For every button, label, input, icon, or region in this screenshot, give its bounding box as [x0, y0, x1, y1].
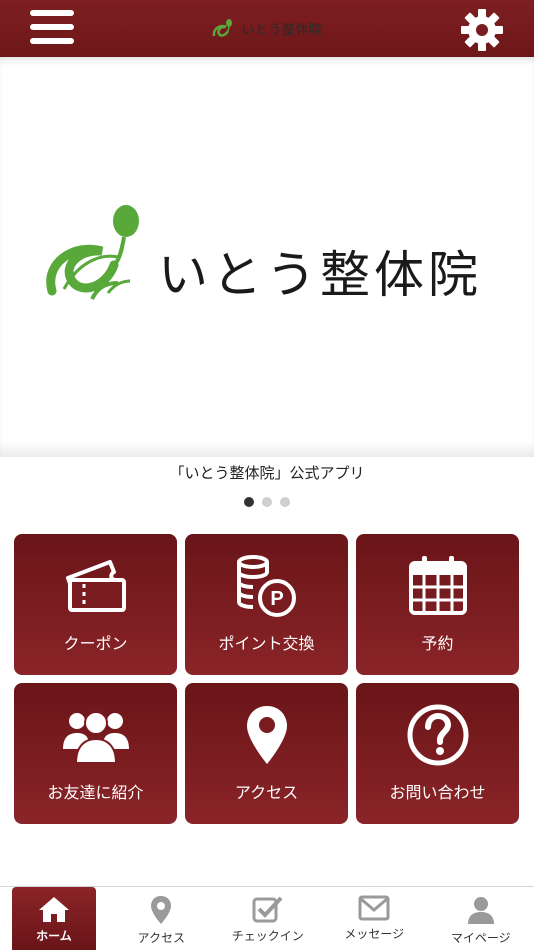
- map-pin-icon: [151, 896, 172, 924]
- header-title: いとう整体院: [241, 23, 323, 38]
- tab-checkin-label: チェックイン: [231, 929, 304, 943]
- access-tile[interactable]: アクセス: [185, 683, 348, 824]
- calendar-icon: [408, 556, 467, 615]
- tab-message[interactable]: メッセージ: [321, 887, 428, 950]
- point-exchange-label: ポイント交換: [218, 634, 315, 653]
- carousel-dot-3[interactable]: [280, 497, 290, 507]
- coins-points-icon: P: [236, 555, 296, 617]
- user-icon: [467, 897, 494, 924]
- leaf-logo-icon: [46, 205, 139, 300]
- tab-access[interactable]: アクセス: [108, 887, 215, 950]
- tab-checkin[interactable]: チェックイン: [215, 887, 322, 950]
- svg-text:P: P: [270, 588, 283, 610]
- hero-banner[interactable]: いとう整体院: [0, 57, 534, 457]
- hero-title: いとう整体院: [158, 246, 482, 304]
- tab-home-label: ホーム: [36, 929, 72, 943]
- banner-caption: 「いとう整体院」公式アプリ: [169, 464, 365, 482]
- map-pin-icon: [246, 706, 287, 764]
- carousel-dot-1[interactable]: [244, 497, 254, 507]
- coupon-label: クーポン: [63, 634, 128, 653]
- coupon-tile[interactable]: クーポン: [14, 534, 177, 675]
- carousel-indicator: [0, 497, 534, 507]
- tab-message-label: メッセージ: [344, 927, 405, 941]
- leaf-logo-icon: [213, 18, 233, 37]
- hamburger-menu-icon[interactable]: [30, 10, 78, 48]
- ticket-icon: [65, 560, 126, 612]
- tab-home[interactable]: ホーム: [12, 887, 96, 950]
- reservation-label: 予約: [421, 634, 454, 653]
- access-label: アクセス: [234, 783, 299, 802]
- users-group-icon: [62, 711, 129, 764]
- envelope-icon: [358, 895, 390, 921]
- reservation-tile[interactable]: 予約: [356, 534, 519, 675]
- checkin-icon: [252, 896, 283, 923]
- refer-friend-label: お友達に紹介: [47, 783, 144, 802]
- carousel-dot-2[interactable]: [262, 497, 272, 507]
- tab-mypage[interactable]: マイページ: [428, 887, 534, 950]
- tab-mypage-label: マイページ: [450, 931, 511, 945]
- tab-access-label: アクセス: [137, 931, 185, 945]
- refer-friend-tile[interactable]: お友達に紹介: [14, 683, 177, 824]
- question-circle-icon: [407, 704, 468, 766]
- menu-grid: クーポン P ポイント交換 予約 お友達に紹介 アクセス お問い合わせ: [14, 534, 520, 824]
- bottom-tab-bar: ホーム アクセス チェックイン メッセージ マイページ: [0, 886, 534, 950]
- header-logo: いとう整体院: [211, 18, 322, 40]
- contact-tile[interactable]: お問い合わせ: [356, 683, 519, 824]
- app-header: いとう整体院: [0, 0, 534, 57]
- contact-label: お問い合わせ: [389, 783, 486, 802]
- point-exchange-tile[interactable]: P ポイント交換: [185, 534, 348, 675]
- hero-divider: [0, 441, 534, 457]
- home-icon: [39, 897, 69, 922]
- gear-icon[interactable]: [460, 8, 504, 52]
